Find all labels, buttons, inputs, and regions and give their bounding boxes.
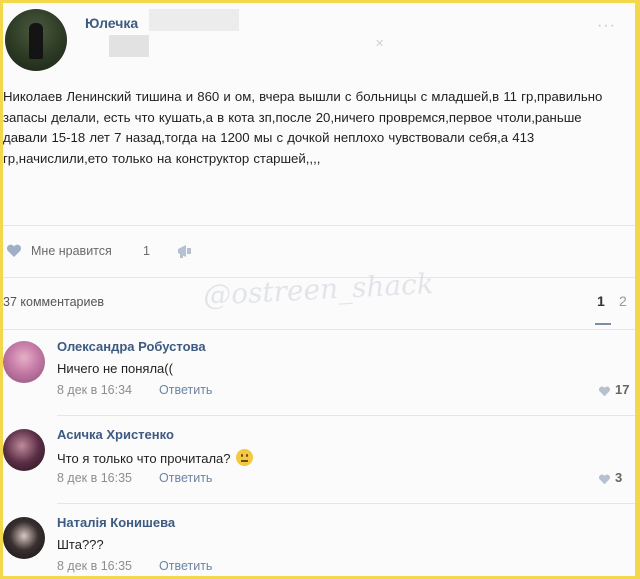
comments-count[interactable]: 37 комментариев <box>3 295 104 309</box>
blurred-mark: ✕ <box>375 38 385 50</box>
comment-date[interactable]: 8 дек в 16:35 <box>57 559 132 573</box>
author-name[interactable]: Юлечка <box>85 15 138 31</box>
comment-date[interactable]: 8 дек в 16:35 <box>57 471 132 485</box>
active-page-indicator <box>595 323 611 325</box>
more-icon[interactable]: ··· <box>597 17 616 35</box>
comment-text: Что я только что прочитала? <box>57 449 253 466</box>
reply-button[interactable]: Ответить <box>159 383 212 397</box>
commenter-avatar[interactable] <box>3 429 45 471</box>
comment-item: Наталія Конишева Шта??? 8 дек в 16:35 От… <box>3 509 635 576</box>
heart-icon[interactable] <box>598 386 611 397</box>
comment-like-count: 3 <box>615 470 623 485</box>
commenter-name[interactable]: Наталія Конишева <box>57 515 175 530</box>
heart-icon[interactable] <box>6 244 22 258</box>
divider <box>57 415 635 416</box>
commenter-name[interactable]: Асичка Христенко <box>57 427 174 442</box>
author-avatar[interactable] <box>5 9 67 71</box>
commenter-avatar[interactable] <box>3 517 45 559</box>
reply-button[interactable]: Ответить <box>159 559 212 573</box>
page-link-2[interactable]: 2 <box>619 293 627 309</box>
post-text: Николаев Ленинский тишина и 860 и ом, вч… <box>3 89 603 166</box>
divider <box>57 503 635 504</box>
commenter-avatar[interactable] <box>3 341 45 383</box>
share-icon[interactable] <box>176 243 194 259</box>
reply-button[interactable]: Ответить <box>159 471 212 485</box>
heart-icon[interactable] <box>598 474 611 485</box>
post-actions: Мне нравится 1 <box>3 231 635 271</box>
comment-item: Асичка Христенко Что я только что прочит… <box>3 421 635 507</box>
comment-text-content: Что я только что прочитала? <box>57 451 231 466</box>
neutral-face-icon <box>235 449 253 466</box>
page-link-1[interactable]: 1 <box>597 293 605 309</box>
divider <box>3 225 635 226</box>
comment-text: Ничего не поняла(( <box>57 361 173 376</box>
blurred-region <box>149 9 239 31</box>
blurred-region <box>109 35 149 57</box>
comment-item: Олександра Робустова Ничего не поняла(( … <box>3 333 635 419</box>
divider <box>3 329 635 330</box>
commenter-name[interactable]: Олександра Робустова <box>57 339 206 354</box>
comment-date[interactable]: 8 дек в 16:34 <box>57 383 132 397</box>
post-header: Юлечка ✕ ··· <box>3 3 635 73</box>
comment-text: Шта??? <box>57 537 104 552</box>
comment-like-count: 17 <box>615 382 630 397</box>
post-card: Юлечка ✕ ··· Николаев Ленинский тишина и… <box>3 3 635 576</box>
like-button-label[interactable]: Мне нравится <box>31 244 112 258</box>
likes-count: 1 <box>143 244 150 258</box>
